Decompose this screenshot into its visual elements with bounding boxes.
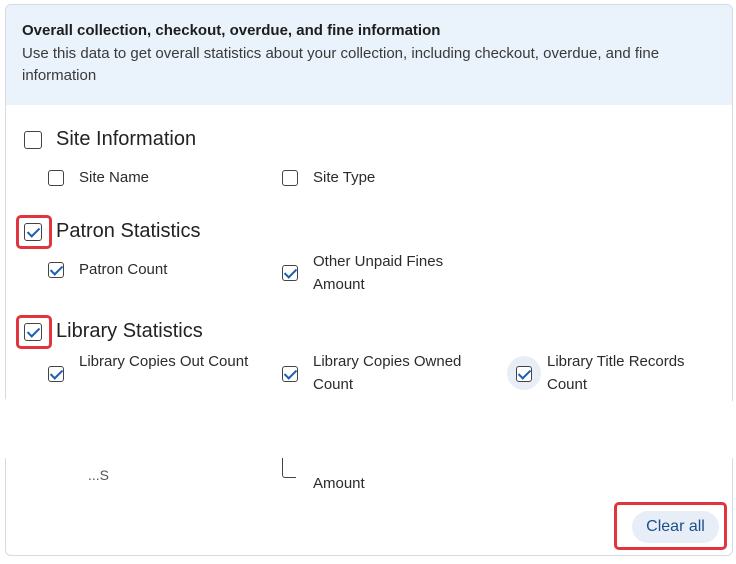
site-name-label: Site Name bbox=[79, 169, 150, 186]
section-description: Use this data to get overall statistics … bbox=[22, 45, 660, 84]
library-copies-owned-checkbox[interactable] bbox=[282, 366, 298, 382]
patron-count-label: Patron Count bbox=[79, 261, 168, 278]
library-copies-out-label: Library Copies Out Count bbox=[79, 353, 249, 370]
clear-all-button[interactable]: Clear all bbox=[632, 511, 719, 543]
site-information-checkbox[interactable] bbox=[24, 131, 42, 149]
torn-edge-divider bbox=[0, 394, 736, 458]
other-unpaid-fines-checkbox[interactable] bbox=[282, 265, 298, 281]
partial-truncated-label: ...S bbox=[88, 467, 110, 483]
section-title: Overall collection, checkout, overdue, a… bbox=[22, 22, 441, 39]
site-type-label: Site Type bbox=[313, 169, 376, 186]
library-statistics-checkbox[interactable] bbox=[24, 323, 42, 341]
patron-count-checkbox[interactable] bbox=[48, 262, 64, 278]
patron-statistics-checkbox[interactable] bbox=[24, 223, 42, 241]
partial-amount-label: Amount bbox=[313, 475, 365, 492]
library-title-records-checkbox[interactable] bbox=[516, 366, 532, 382]
site-name-checkbox[interactable] bbox=[48, 170, 64, 186]
partial-checkbox bbox=[282, 458, 296, 478]
library-statistics-label: Library Statistics bbox=[56, 320, 203, 342]
site-information-label: Site Information bbox=[56, 128, 197, 150]
library-copies-out-checkbox[interactable] bbox=[48, 366, 64, 382]
section-header: Overall collection, checkout, overdue, a… bbox=[6, 5, 732, 105]
other-unpaid-fines-label: Other Unpaid Fines Amount bbox=[313, 253, 444, 293]
site-type-checkbox[interactable] bbox=[282, 170, 298, 186]
patron-statistics-label: Patron Statistics bbox=[56, 220, 201, 242]
